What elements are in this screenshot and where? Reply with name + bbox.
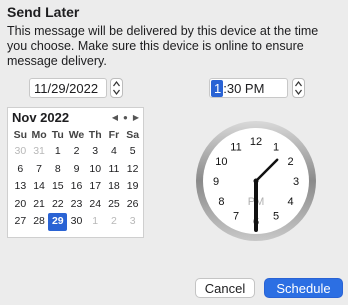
- clock-numeral: 8: [218, 196, 224, 208]
- send-later-dialog: Send Later This message will be delivere…: [0, 0, 348, 305]
- time-stepper[interactable]: [292, 78, 305, 98]
- time-field[interactable]: 1:30 PM: [209, 78, 288, 98]
- clock-numeral: 10: [215, 156, 227, 168]
- calendar-day[interactable]: 15: [48, 178, 67, 196]
- calendar-day[interactable]: 24: [86, 196, 105, 214]
- calendar-day[interactable]: 25: [105, 196, 124, 214]
- weekday-header: Su: [13, 129, 28, 141]
- date-stepper[interactable]: [110, 78, 123, 98]
- calendar-day[interactable]: 19: [123, 178, 142, 196]
- calendar-day[interactable]: 27: [11, 213, 30, 231]
- date-field[interactable]: 11/29/2022: [29, 78, 107, 98]
- calendar-day[interactable]: 23: [67, 196, 86, 214]
- weekday-header: Tu: [51, 129, 64, 141]
- calendar-day[interactable]: 21: [30, 196, 49, 214]
- calendar-day[interactable]: 2: [105, 213, 124, 231]
- calendar-day[interactable]: 28: [30, 213, 49, 231]
- cancel-button[interactable]: Cancel: [195, 278, 255, 298]
- calendar-day[interactable]: 18: [105, 178, 124, 196]
- calendar-day[interactable]: 8: [48, 161, 67, 179]
- calendar-day[interactable]: 17: [86, 178, 105, 196]
- calendar-day[interactable]: 12: [123, 161, 142, 179]
- calendar-day[interactable]: 20: [11, 196, 30, 214]
- next-month-icon[interactable]: ▶: [133, 113, 139, 122]
- calendar: Nov 2022 ◀ ● ▶ Su Mo Tu We Th Fr Sa 30 31 1 2 3 4 5 6 7…: [7, 107, 144, 238]
- clock-numeral: 2: [288, 156, 294, 168]
- calendar-day[interactable]: 1: [86, 213, 105, 231]
- weekday-header: Th: [88, 129, 102, 141]
- clock-numeral: 7: [233, 211, 239, 223]
- calendar-day[interactable]: 11: [105, 161, 124, 179]
- chevron-up-icon[interactable]: [295, 81, 302, 88]
- calendar-day[interactable]: 3: [86, 143, 105, 161]
- calendar-day[interactable]: 30: [11, 143, 30, 161]
- weekday-header: Fr: [108, 129, 120, 141]
- weekday-header: Mo: [31, 129, 47, 141]
- calendar-day[interactable]: 1: [48, 143, 67, 161]
- weekday-header: We: [68, 129, 85, 141]
- calendar-day[interactable]: 14: [30, 178, 49, 196]
- calendar-day-selected[interactable]: 29: [48, 213, 68, 231]
- calendar-day[interactable]: 31: [30, 143, 49, 161]
- weekday-header: Sa: [126, 129, 140, 141]
- calendar-day[interactable]: 13: [11, 178, 30, 196]
- clock-center: [253, 178, 259, 184]
- calendar-day[interactable]: 26: [123, 196, 142, 214]
- calendar-day[interactable]: 5: [123, 143, 142, 161]
- analog-clock[interactable]: 121234567891011 PM: [195, 120, 317, 242]
- calendar-day[interactable]: 9: [67, 161, 86, 179]
- dialog-description: This message will be delivered by this d…: [7, 24, 319, 68]
- calendar-day[interactable]: 4: [105, 143, 124, 161]
- clock-numeral: 9: [213, 176, 219, 188]
- calendar-day[interactable]: 10: [86, 161, 105, 179]
- calendar-day[interactable]: 2: [67, 143, 86, 161]
- calendar-grid: Su Mo Tu We Th Fr Sa 30 31 1 2 3 4 5 6 7 8 9 10 11 12 13 14 15 1…: [11, 128, 142, 231]
- clock-numeral: 11: [230, 141, 241, 153]
- clock-numeral: 5: [273, 211, 279, 223]
- clock-numeral: 4: [288, 196, 294, 208]
- chevron-down-icon[interactable]: [295, 89, 302, 96]
- calendar-day[interactable]: 7: [30, 161, 49, 179]
- previous-month-icon[interactable]: ◀: [112, 113, 118, 122]
- clock-numeral: 3: [293, 176, 299, 188]
- time-hour-segment[interactable]: 1: [211, 80, 224, 97]
- calendar-day[interactable]: 6: [11, 161, 30, 179]
- calendar-day[interactable]: 3: [123, 213, 142, 231]
- schedule-button[interactable]: Schedule: [264, 278, 343, 298]
- clock-numeral: 12: [250, 136, 262, 148]
- chevron-down-icon[interactable]: [113, 89, 120, 96]
- time-rest-segment[interactable]: :30 PM: [223, 81, 264, 96]
- clock-numeral: 1: [273, 141, 279, 153]
- calendar-day[interactable]: 16: [67, 178, 86, 196]
- chevron-up-icon[interactable]: [113, 81, 120, 88]
- calendar-month-label: Nov 2022: [12, 110, 70, 125]
- calendar-nav: ◀ ● ▶: [112, 113, 139, 122]
- dialog-title: Send Later: [7, 4, 80, 20]
- today-icon[interactable]: ●: [123, 113, 128, 122]
- calendar-day[interactable]: 30: [67, 213, 86, 231]
- calendar-day[interactable]: 22: [48, 196, 67, 214]
